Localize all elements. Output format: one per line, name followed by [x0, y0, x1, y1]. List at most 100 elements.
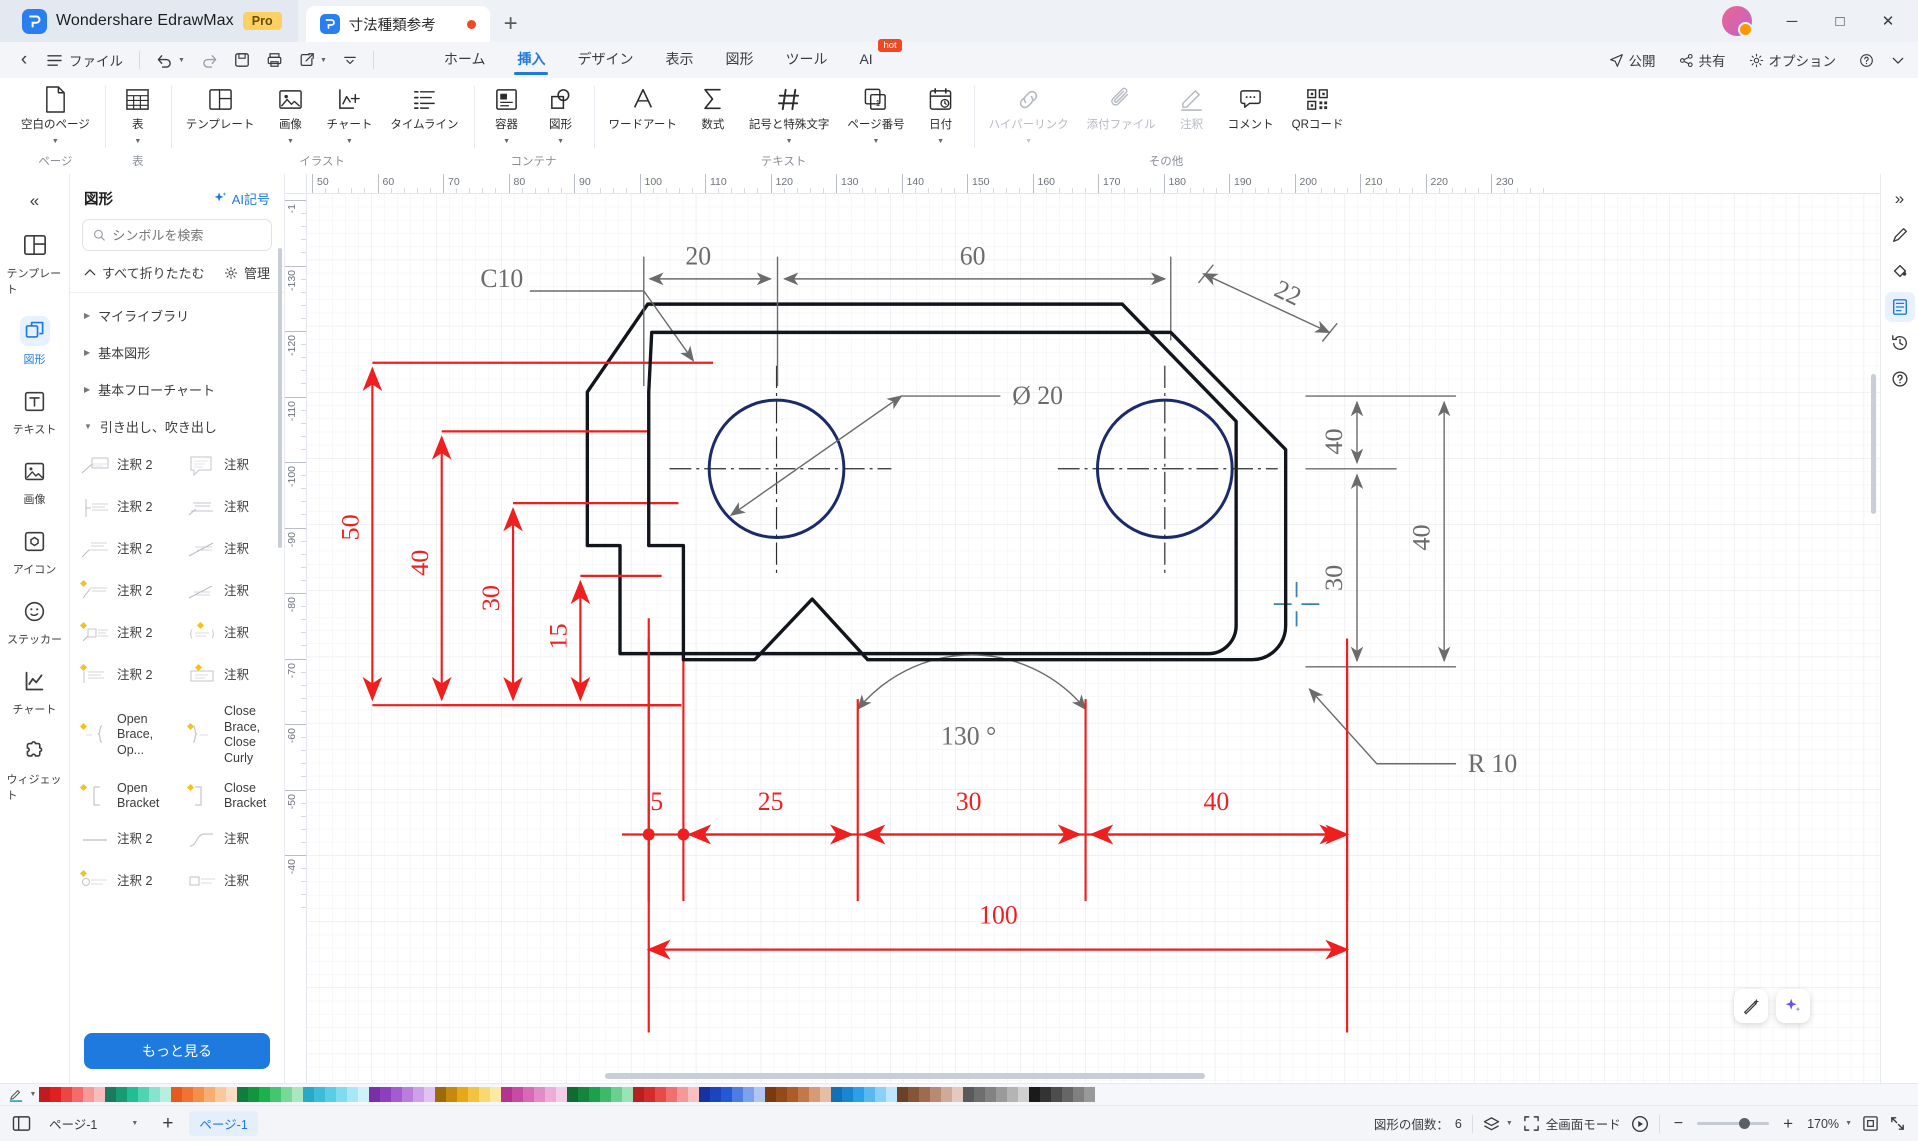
page-select-dropdown[interactable]: ページ-1 ▼ — [41, 1111, 146, 1136]
document-tab[interactable]: 寸法種類参考 — [305, 6, 490, 42]
color-swatch[interactable] — [589, 1087, 600, 1102]
color-swatch[interactable] — [435, 1087, 446, 1102]
chevron-down-icon[interactable]: ▼ — [786, 138, 793, 145]
collapse-panel-button[interactable]: « — [12, 184, 58, 218]
color-swatch[interactable] — [358, 1087, 369, 1102]
layout-toggle-button[interactable] — [12, 1115, 31, 1132]
color-swatch[interactable] — [820, 1087, 831, 1102]
ai-wand-button[interactable] — [1734, 989, 1768, 1023]
file-menu-button[interactable]: ファイル — [40, 46, 130, 74]
color-swatch[interactable] — [710, 1087, 721, 1102]
color-swatch[interactable] — [61, 1087, 72, 1102]
color-swatch[interactable] — [512, 1087, 523, 1102]
category-callouts[interactable]: ▼ 引き出し、吹き出し — [70, 408, 284, 445]
rail-item-image[interactable]: 画像 — [7, 447, 63, 514]
menu-expand-button[interactable] — [1888, 52, 1908, 69]
fill-tool-button[interactable] — [1885, 256, 1915, 286]
ribbon-button-hyperlink[interactable]: ハイパーリンク ▼ — [980, 78, 1078, 145]
ribbon-tab-shape[interactable]: 図形 — [712, 46, 766, 75]
color-swatch[interactable] — [534, 1087, 545, 1102]
color-swatch[interactable] — [270, 1087, 281, 1102]
ribbon-button-container[interactable]: 容器 ▼ — [480, 78, 534, 145]
shape-item[interactable]: 注釈 — [177, 861, 284, 903]
rail-item-icon[interactable]: アイコン — [7, 517, 63, 584]
color-swatch[interactable] — [127, 1087, 138, 1102]
color-swatch[interactable] — [886, 1087, 897, 1102]
color-swatch[interactable] — [798, 1087, 809, 1102]
color-swatch[interactable] — [468, 1087, 479, 1102]
rail-item-text[interactable]: テキスト — [7, 377, 63, 444]
color-swatch[interactable] — [952, 1087, 963, 1102]
color-swatch[interactable] — [523, 1087, 534, 1102]
panel-scrollbar[interactable] — [278, 248, 282, 548]
color-swatch[interactable] — [699, 1087, 710, 1102]
canvas-vertical-scrollbar[interactable] — [1871, 374, 1876, 514]
color-swatch[interactable] — [1029, 1087, 1040, 1102]
chevron-down-icon[interactable]: ▼ — [1025, 138, 1032, 145]
color-palette[interactable]: ▼ — [0, 1083, 1918, 1105]
ribbon-button-comment[interactable]: コメント — [1219, 78, 1283, 132]
shape-item[interactable]: 注釈 2 — [70, 487, 177, 529]
color-swatch[interactable] — [633, 1087, 644, 1102]
color-picker-icon[interactable] — [5, 1088, 27, 1102]
zoom-slider-knob[interactable] — [1739, 1118, 1751, 1129]
color-swatch[interactable] — [391, 1087, 402, 1102]
color-swatch[interactable] — [567, 1087, 578, 1102]
search-input[interactable] — [112, 227, 261, 243]
color-swatch[interactable] — [501, 1087, 512, 1102]
color-swatch[interactable] — [380, 1087, 391, 1102]
print-button[interactable] — [259, 46, 290, 74]
maximize-button[interactable]: □ — [1818, 4, 1862, 38]
history-button[interactable] — [1885, 328, 1915, 358]
rail-item-shapes[interactable]: 図形 — [7, 307, 63, 374]
color-swatch[interactable] — [325, 1087, 336, 1102]
ribbon-button-attachment[interactable]: 添付ファイル — [1078, 78, 1165, 132]
ribbon-tab-insert[interactable]: 挿入 — [504, 46, 558, 75]
ribbon-tab-ai[interactable]: AI hot — [846, 38, 902, 73]
canvas-horizontal-scrollbar[interactable] — [605, 1073, 1205, 1079]
chevron-down-icon[interactable]: ▼ — [346, 138, 353, 145]
options-button[interactable]: オプション — [1740, 46, 1846, 74]
shape-item[interactable]: 注釈 2 — [70, 445, 177, 487]
color-swatch[interactable] — [281, 1087, 292, 1102]
color-swatch[interactable] — [1018, 1087, 1029, 1102]
page-setup-button[interactable] — [1884, 292, 1915, 322]
color-swatch[interactable] — [864, 1087, 875, 1102]
undo-button[interactable]: ▼ — [149, 46, 192, 74]
chevron-down-icon[interactable]: ▼ — [52, 138, 59, 145]
color-swatch[interactable] — [336, 1087, 347, 1102]
ribbon-button-shape[interactable]: 図形 ▼ — [534, 78, 588, 145]
color-swatch[interactable] — [1073, 1087, 1084, 1102]
more-shapes-button[interactable]: もっと見る — [84, 1033, 270, 1069]
technical-drawing[interactable]: C10 20 60 22 Ø 20 40 30 40 130 ° R 10 50… — [307, 194, 1880, 1083]
color-swatch[interactable] — [985, 1087, 996, 1102]
color-swatch[interactable] — [809, 1087, 820, 1102]
shape-item[interactable]: 注釈 — [177, 655, 284, 697]
color-swatch[interactable] — [600, 1087, 611, 1102]
color-swatch[interactable] — [171, 1087, 182, 1102]
color-swatch[interactable] — [688, 1087, 699, 1102]
ribbon-button-annotation[interactable]: 注釈 — [1165, 78, 1219, 132]
color-swatch[interactable] — [545, 1087, 556, 1102]
zoom-in-button[interactable]: + — [1779, 1114, 1797, 1134]
chevron-down-icon[interactable]: ▼ — [134, 138, 141, 145]
help-button[interactable] — [1850, 49, 1883, 72]
collapse-right-panel-button[interactable]: » — [1885, 184, 1915, 214]
more-commands-button[interactable] — [336, 46, 364, 74]
color-swatch[interactable] — [677, 1087, 688, 1102]
color-swatch[interactable] — [908, 1087, 919, 1102]
color-swatch[interactable] — [897, 1087, 908, 1102]
add-page-button[interactable]: + — [156, 1113, 179, 1135]
ribbon-tab-tools[interactable]: ツール — [772, 46, 840, 75]
export-button[interactable]: ▼ — [292, 46, 334, 74]
color-swatch[interactable] — [215, 1087, 226, 1102]
ribbon-button-wordart[interactable]: ワードアート — [600, 78, 686, 132]
color-swatch[interactable] — [611, 1087, 622, 1102]
shape-item[interactable]: 注釈 2 — [70, 861, 177, 903]
color-swatch[interactable] — [787, 1087, 798, 1102]
color-swatch[interactable] — [347, 1087, 358, 1102]
share-button[interactable]: 共有 — [1670, 46, 1735, 74]
sparkle-button[interactable] — [1776, 989, 1810, 1023]
redo-button[interactable] — [194, 46, 225, 74]
color-swatch[interactable] — [974, 1087, 985, 1102]
